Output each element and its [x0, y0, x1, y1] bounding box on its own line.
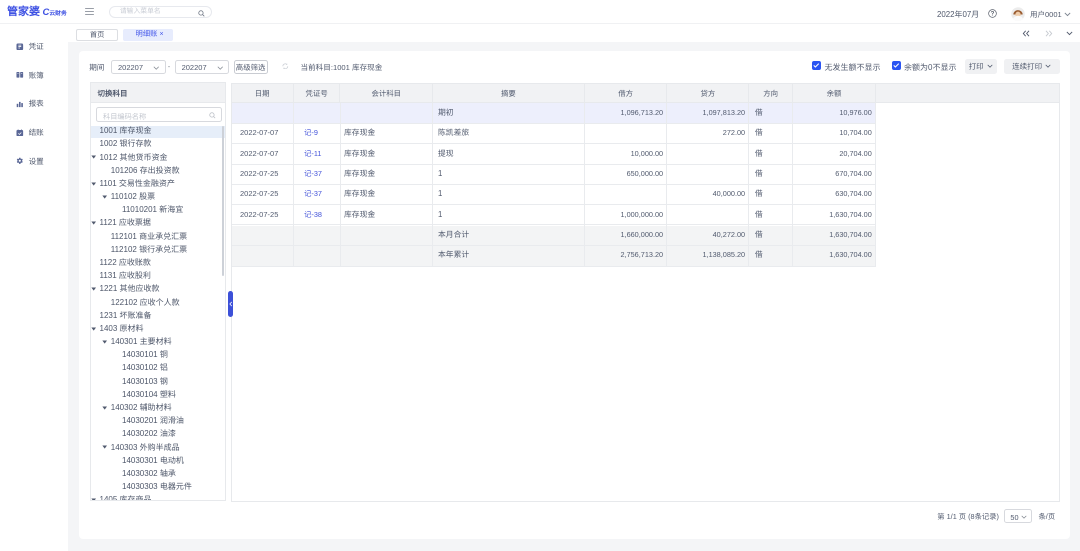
svg-text:?: ?	[990, 11, 994, 18]
